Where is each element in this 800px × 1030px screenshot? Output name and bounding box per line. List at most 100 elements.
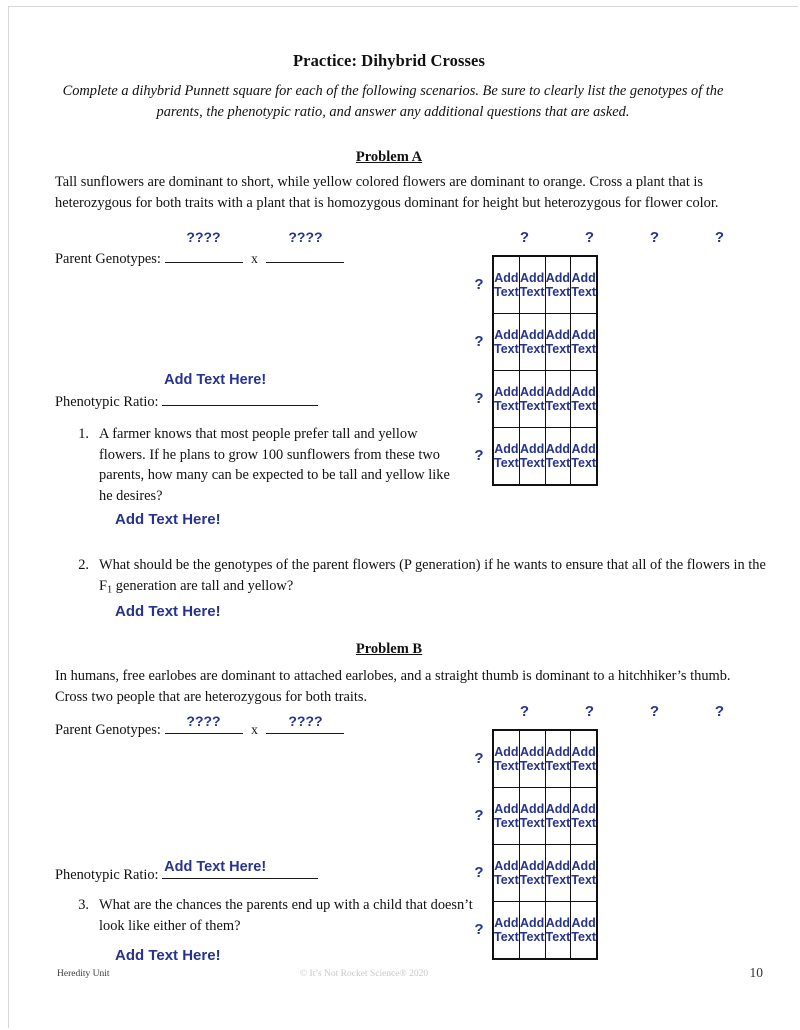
- problem-a-cell-r4c2[interactable]: Add Text: [518, 427, 546, 486]
- problem-b-phenotypic-ratio-row: Phenotypic Ratio: Add Text Here!: [55, 859, 319, 884]
- problem-a-cell-r1c2[interactable]: Add Text: [518, 255, 546, 314]
- problem-b-phenotypic-ratio-field[interactable]: Add Text Here!: [162, 859, 319, 879]
- problem-b-row-header-2[interactable]: ?: [470, 807, 488, 824]
- problem-b-punnett-grid: Add Text Add Text Add Text Add Text Add …: [492, 729, 599, 960]
- cell-label: Add Text: [571, 328, 597, 356]
- problem-a-punnett-grid-wrap: Add Text Add Text Add Text Add Text Add …: [492, 255, 599, 486]
- problem-a-cell-r1c4[interactable]: Add Text: [570, 255, 598, 314]
- problem-a-phenotypic-ratio-row: Phenotypic Ratio: Add Text Here!: [55, 372, 319, 411]
- problem-a-question-1-number: 1.: [78, 426, 89, 442]
- problem-b-cell-r4c4[interactable]: Add Text: [570, 901, 598, 960]
- problem-a-question-2-number: 2.: [78, 557, 89, 573]
- problem-b-question-3: 3. What are the chances the parents end …: [67, 895, 487, 936]
- problem-b-column-header-1[interactable]: ?: [492, 703, 557, 720]
- problem-a-column-header-2[interactable]: ?: [557, 229, 622, 246]
- problem-a-parent-genotype-value-1: ????: [186, 229, 221, 245]
- problem-b-parent-genotype-value-1: ????: [186, 713, 221, 729]
- problem-a-parent-genotypes-label: Parent Genotypes:: [55, 251, 161, 267]
- cell-label: Add Text: [571, 271, 597, 299]
- problem-b-cell-r2c1[interactable]: Add Text: [492, 787, 520, 845]
- problem-b-cell-r3c3[interactable]: Add Text: [544, 844, 572, 902]
- problem-a-cell-r1c3[interactable]: Add Text: [544, 255, 572, 314]
- table-row: Add Text Add Text Add Text Add Text: [492, 427, 598, 486]
- problem-a-cell-r2c4[interactable]: Add Text: [570, 313, 598, 371]
- problem-b-cell-r4c2[interactable]: Add Text: [518, 901, 546, 960]
- worksheet-sheet: Practice: Dihybrid Crosses Complete a di…: [9, 7, 798, 1028]
- problem-a-column-header-1[interactable]: ?: [492, 229, 557, 246]
- cell-label: Add Text: [571, 442, 597, 470]
- cell-label: Add Text: [545, 271, 571, 299]
- problem-b-cell-r2c3[interactable]: Add Text: [544, 787, 572, 845]
- problem-b-cell-r1c4[interactable]: Add Text: [570, 729, 598, 788]
- problem-b-scenario: In humans, free earlobes are dominant to…: [55, 668, 731, 705]
- problem-a-row-header-1[interactable]: ?: [470, 276, 488, 293]
- problem-b-question-3-answer[interactable]: Add Text Here!: [115, 947, 221, 964]
- problem-b-cell-r4c1[interactable]: Add Text: [492, 901, 520, 960]
- problem-a-cell-r3c3[interactable]: Add Text: [544, 370, 572, 428]
- problem-a-cell-r4c1[interactable]: Add Text: [492, 427, 520, 486]
- problem-b-row-header-3[interactable]: ?: [470, 864, 488, 881]
- problem-b-cell-r1c2[interactable]: Add Text: [518, 729, 546, 788]
- footer-page-number: 10: [749, 965, 764, 980]
- problem-a-parent-genotype-field-1[interactable]: ????: [164, 229, 243, 263]
- cell-label: Add Text: [545, 442, 571, 470]
- problem-b-cell-r2c4[interactable]: Add Text: [570, 787, 598, 845]
- problem-a-parent-genotype-value-2: ????: [288, 229, 323, 245]
- problem-b-cell-r1c1[interactable]: Add Text: [492, 729, 520, 788]
- problem-a-cell-r2c1[interactable]: Add Text: [492, 313, 520, 371]
- cell-label: Add Text: [494, 385, 519, 413]
- problem-b-parent-genotype-field-1[interactable]: ????: [164, 713, 243, 734]
- problem-a-cell-r4c3[interactable]: Add Text: [544, 427, 572, 486]
- problem-b-heading: Problem B: [355, 641, 423, 657]
- problem-b-cell-r2c2[interactable]: Add Text: [518, 787, 546, 845]
- problem-b-punnett-grid-wrap: Add Text Add Text Add Text Add Text Add …: [492, 729, 599, 960]
- problem-a-cell-r2c2[interactable]: Add Text: [518, 313, 546, 371]
- problem-b-column-header-2[interactable]: ?: [557, 703, 622, 720]
- cell-label: Add Text: [519, 385, 545, 413]
- page-title: Practice: Dihybrid Crosses: [292, 51, 485, 70]
- cell-label: Add Text: [545, 802, 571, 830]
- cell-label: Add Text: [494, 802, 519, 830]
- problem-b-cell-r3c2[interactable]: Add Text: [518, 844, 546, 902]
- problem-b-parent-genotype-field-2[interactable]: ????: [266, 713, 345, 734]
- problem-a-question-1-answer[interactable]: Add Text Here!: [115, 511, 221, 528]
- problem-b-cell-r3c1[interactable]: Add Text: [492, 844, 520, 902]
- cell-label: Add Text: [519, 442, 545, 470]
- problem-a-row-header-4[interactable]: ?: [470, 447, 488, 464]
- problem-a-row-header-2[interactable]: ?: [470, 333, 488, 350]
- problem-a-phenotypic-ratio-field[interactable]: Add Text Here!: [162, 372, 319, 406]
- problem-a-row-header-3[interactable]: ?: [470, 390, 488, 407]
- problem-a-column-header-4[interactable]: ?: [687, 229, 752, 246]
- problem-a-phenotypic-ratio-label: Phenotypic Ratio:: [55, 394, 159, 410]
- cell-label: Add Text: [545, 745, 571, 773]
- problem-a-parent-genotype-field-2[interactable]: ????: [266, 229, 345, 263]
- problem-a-cell-r3c2[interactable]: Add Text: [518, 370, 546, 428]
- cell-label: Add Text: [545, 385, 571, 413]
- problem-b-row-header-4[interactable]: ?: [470, 921, 488, 938]
- problem-a-cell-r4c4[interactable]: Add Text: [570, 427, 598, 486]
- problem-b-question-3-text: What are the chances the parents end up …: [99, 897, 473, 934]
- problem-b-column-header-3[interactable]: ?: [622, 703, 687, 720]
- problem-a-phenotypic-ratio-value: Add Text Here!: [164, 372, 267, 388]
- problem-a-cell-r3c1[interactable]: Add Text: [492, 370, 520, 428]
- cell-label: Add Text: [571, 745, 597, 773]
- problem-a-cell-r3c4[interactable]: Add Text: [570, 370, 598, 428]
- cell-label: Add Text: [519, 745, 545, 773]
- table-row: Add Text Add Text Add Text Add Text: [492, 787, 598, 845]
- footer-copyright: © It’s Not Rocket Science® 2020: [299, 969, 429, 979]
- problem-a-cell-r1c1[interactable]: Add Text: [492, 255, 520, 314]
- problem-a-cell-r2c3[interactable]: Add Text: [544, 313, 572, 371]
- cell-label: Add Text: [545, 859, 571, 887]
- problem-a-question-2-answer[interactable]: Add Text Here!: [115, 603, 221, 620]
- problem-a-parent-genotypes-row: Parent Genotypes: ???? x ????: [55, 229, 345, 268]
- problem-b-parent-genotype-value-2: ????: [288, 713, 323, 729]
- problem-a-column-header-3[interactable]: ?: [622, 229, 687, 246]
- cell-label: Add Text: [494, 745, 519, 773]
- problem-b-cell-r4c3[interactable]: Add Text: [544, 901, 572, 960]
- problem-b-row-header-1[interactable]: ?: [470, 750, 488, 767]
- problem-b-column-header-4[interactable]: ?: [687, 703, 752, 720]
- problem-b-cell-r3c4[interactable]: Add Text: [570, 844, 598, 902]
- problem-b-cell-r1c3[interactable]: Add Text: [544, 729, 572, 788]
- cell-label: Add Text: [494, 859, 519, 887]
- problem-b-parent-genotypes-label: Parent Genotypes:: [55, 722, 161, 738]
